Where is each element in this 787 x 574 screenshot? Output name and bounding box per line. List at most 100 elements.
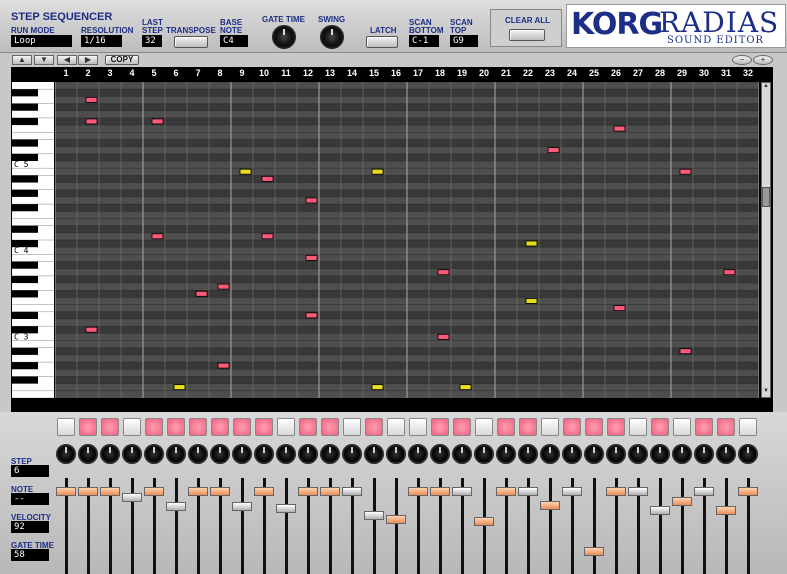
piano-keyboard[interactable]: C 5 C 4 C 3 [12, 82, 54, 399]
step-fader[interactable] [496, 486, 516, 496]
copy-button[interactable]: COPY [105, 55, 139, 65]
step-button[interactable] [475, 418, 493, 436]
step-knob[interactable] [408, 444, 428, 464]
step-knob[interactable] [716, 444, 736, 464]
step-fader[interactable] [144, 486, 164, 496]
step-button[interactable] [497, 418, 515, 436]
swing-knob[interactable] [320, 25, 344, 49]
step-knob[interactable] [452, 444, 472, 464]
scroll-up-icon[interactable]: ▲ [762, 83, 770, 91]
step-button[interactable] [519, 418, 537, 436]
step-button[interactable] [629, 418, 647, 436]
scan-bottom-display[interactable]: C-1 [409, 35, 439, 47]
base-note-display[interactable]: C4 [220, 35, 248, 47]
transpose-button[interactable] [174, 36, 208, 48]
step-fader[interactable] [100, 486, 120, 496]
step-fader[interactable] [562, 486, 582, 496]
step-knob[interactable] [672, 444, 692, 464]
step-knob[interactable] [166, 444, 186, 464]
step-fader[interactable] [518, 486, 538, 496]
step-knob[interactable] [232, 444, 252, 464]
step-button[interactable] [585, 418, 603, 436]
step-knob[interactable] [606, 444, 626, 464]
right-icon[interactable]: ▶ [78, 55, 98, 65]
step-button[interactable] [717, 418, 735, 436]
step-knob[interactable] [122, 444, 142, 464]
zoom-out-icon[interactable]: − [732, 55, 752, 65]
step-fader[interactable] [430, 486, 450, 496]
step-knob[interactable] [298, 444, 318, 464]
step-fader[interactable] [474, 516, 494, 526]
step-knob[interactable] [56, 444, 76, 464]
step-button[interactable] [57, 418, 75, 436]
step-fader[interactable] [56, 486, 76, 496]
step-knob[interactable] [628, 444, 648, 464]
up-icon[interactable]: ▲ [12, 55, 32, 65]
step-button[interactable] [211, 418, 229, 436]
step-button[interactable] [651, 418, 669, 436]
step-button[interactable] [409, 418, 427, 436]
step-fader[interactable] [166, 502, 186, 512]
step-fader[interactable] [364, 510, 384, 520]
step-button[interactable] [739, 418, 757, 436]
step-button[interactable] [695, 418, 713, 436]
step-button[interactable] [255, 418, 273, 436]
step-knob[interactable] [584, 444, 604, 464]
step-fader[interactable] [320, 486, 340, 496]
scan-top-display[interactable]: G9 [450, 35, 478, 47]
step-knob[interactable] [386, 444, 406, 464]
step-knob[interactable] [320, 444, 340, 464]
note-grid[interactable] [54, 81, 760, 398]
vertical-scrollbar[interactable]: ▲ ▼ [761, 82, 771, 398]
zoom-in-icon[interactable]: + [753, 55, 773, 65]
step-fader[interactable] [232, 502, 252, 512]
step-fader[interactable] [716, 505, 736, 515]
step-button[interactable] [167, 418, 185, 436]
step-knob[interactable] [694, 444, 714, 464]
step-button[interactable] [321, 418, 339, 436]
step-knob[interactable] [144, 444, 164, 464]
scroll-down-icon[interactable]: ▼ [762, 388, 770, 396]
step-fader[interactable] [672, 496, 692, 506]
run-mode-display[interactable]: Loop [11, 35, 72, 47]
step-fader[interactable] [298, 486, 318, 496]
step-button[interactable] [673, 418, 691, 436]
gate-time-knob[interactable] [272, 25, 296, 49]
step-fader[interactable] [452, 486, 472, 496]
last-step-display[interactable]: 32 [142, 35, 162, 47]
step-fader[interactable] [342, 486, 362, 496]
step-button[interactable] [431, 418, 449, 436]
step-fader[interactable] [210, 486, 230, 496]
step-fader[interactable] [276, 503, 296, 513]
step-button[interactable] [189, 418, 207, 436]
step-fader[interactable] [540, 501, 560, 511]
step-button[interactable] [277, 418, 295, 436]
step-button[interactable] [123, 418, 141, 436]
step-fader[interactable] [386, 514, 406, 524]
step-knob[interactable] [474, 444, 494, 464]
step-fader[interactable] [188, 486, 208, 496]
step-button[interactable] [563, 418, 581, 436]
step-button[interactable] [233, 418, 251, 436]
step-button[interactable] [541, 418, 559, 436]
step-fader[interactable] [606, 486, 626, 496]
step-knob[interactable] [210, 444, 230, 464]
step-button[interactable] [607, 418, 625, 436]
resolution-display[interactable]: 1/16 [81, 35, 122, 47]
step-knob[interactable] [78, 444, 98, 464]
step-fader[interactable] [122, 492, 142, 502]
step-knob[interactable] [254, 444, 274, 464]
step-knob[interactable] [518, 444, 538, 464]
step-button[interactable] [387, 418, 405, 436]
latch-button[interactable] [366, 36, 398, 48]
step-button[interactable] [453, 418, 471, 436]
step-button[interactable] [365, 418, 383, 436]
step-fader[interactable] [408, 486, 428, 496]
step-fader[interactable] [628, 486, 648, 496]
scroll-thumb[interactable] [762, 187, 770, 207]
down-icon[interactable]: ▼ [34, 55, 54, 65]
step-button[interactable] [145, 418, 163, 436]
step-button[interactable] [79, 418, 97, 436]
step-knob[interactable] [188, 444, 208, 464]
step-knob[interactable] [430, 444, 450, 464]
